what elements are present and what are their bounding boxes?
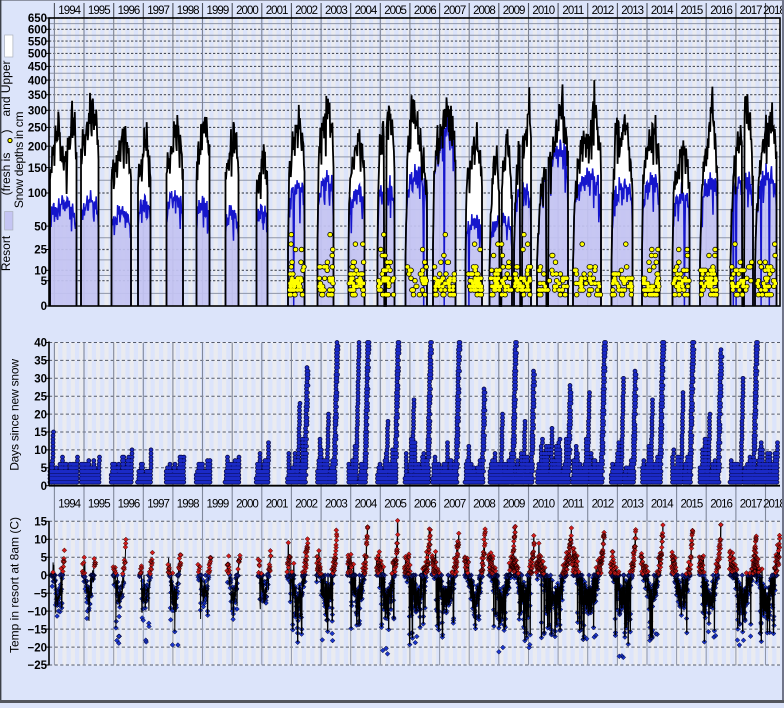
svg-text:and Upper: and Upper (0, 60, 13, 116)
svg-text:15: 15 (34, 427, 47, 439)
svg-text:2011: 2011 (562, 499, 583, 511)
svg-text:2015: 2015 (681, 499, 703, 511)
svg-text:2003: 2003 (325, 5, 347, 17)
svg-text:2017: 2017 (740, 499, 762, 511)
svg-text:30: 30 (34, 374, 47, 386)
svg-text:−5: −5 (34, 588, 48, 600)
svg-text:0: 0 (41, 570, 47, 582)
svg-text:−15: −15 (27, 624, 47, 636)
svg-text:25: 25 (34, 245, 47, 257)
svg-text:250: 250 (28, 123, 47, 135)
svg-text:0: 0 (41, 301, 47, 313)
svg-text:350: 350 (28, 90, 47, 102)
svg-text:400: 400 (28, 75, 47, 87)
svg-text:200: 200 (28, 141, 47, 153)
svg-text:550: 550 (28, 36, 47, 48)
svg-text:2012: 2012 (592, 5, 614, 17)
svg-text:−10: −10 (27, 606, 47, 618)
svg-text:2006: 2006 (414, 499, 436, 511)
svg-text:5: 5 (41, 276, 48, 288)
svg-text:Temp in resort at 8am (C): Temp in resort at 8am (C) (8, 517, 22, 653)
svg-text:1994: 1994 (58, 499, 81, 511)
svg-text:1996: 1996 (118, 5, 140, 17)
svg-text:1998: 1998 (177, 5, 199, 17)
svg-text:150: 150 (28, 163, 47, 175)
svg-text:2008: 2008 (473, 5, 495, 17)
svg-text:450: 450 (28, 62, 47, 74)
svg-text:2006: 2006 (414, 5, 436, 17)
svg-text:35: 35 (34, 356, 47, 368)
svg-text:2016: 2016 (710, 499, 732, 511)
svg-text:2012: 2012 (592, 499, 614, 511)
svg-text:2001: 2001 (266, 499, 288, 511)
svg-text:2007: 2007 (444, 499, 466, 511)
svg-text:2009: 2009 (503, 499, 525, 511)
svg-text:2013: 2013 (621, 5, 643, 17)
svg-text:2013: 2013 (621, 499, 643, 511)
svg-text:1994: 1994 (58, 5, 81, 17)
svg-text:2010: 2010 (532, 5, 554, 17)
svg-text:1999: 1999 (207, 499, 229, 511)
svg-text:2000: 2000 (236, 499, 258, 511)
svg-text:2009: 2009 (503, 5, 525, 17)
svg-text:2004: 2004 (355, 499, 378, 511)
svg-text:20: 20 (34, 409, 47, 421)
svg-text:2011: 2011 (562, 5, 583, 17)
svg-text:15: 15 (34, 517, 47, 529)
svg-text:2018: 2018 (763, 5, 784, 17)
svg-text:−20: −20 (27, 642, 47, 654)
svg-text:2005: 2005 (384, 499, 406, 511)
svg-text:2010: 2010 (532, 499, 554, 511)
svg-text:1998: 1998 (177, 499, 199, 511)
svg-text:650: 650 (28, 13, 47, 25)
svg-text:600: 600 (28, 25, 47, 37)
svg-text:300: 300 (28, 106, 47, 118)
svg-text:2002: 2002 (295, 499, 317, 511)
svg-text:100: 100 (28, 188, 47, 200)
svg-text:50: 50 (34, 221, 47, 233)
svg-text:10: 10 (34, 445, 47, 457)
svg-text:500: 500 (28, 49, 47, 61)
svg-text:2015: 2015 (681, 5, 703, 17)
svg-text:Days since new snow: Days since new snow (8, 359, 22, 471)
svg-text:Resort: Resort (0, 235, 13, 271)
svg-text:25: 25 (34, 391, 47, 403)
svg-text:1995: 1995 (88, 499, 110, 511)
svg-text:2008: 2008 (473, 499, 495, 511)
svg-text:2002: 2002 (295, 5, 317, 17)
svg-text:1996: 1996 (118, 499, 140, 511)
svg-text:2017: 2017 (740, 5, 762, 17)
svg-text:2014: 2014 (651, 499, 674, 511)
svg-text:−25: −25 (27, 660, 47, 672)
svg-text:1997: 1997 (147, 5, 169, 17)
svg-text:2005: 2005 (384, 5, 406, 17)
svg-text:2000: 2000 (236, 5, 258, 17)
svg-text:2014: 2014 (651, 5, 674, 17)
svg-text:40: 40 (34, 338, 47, 350)
svg-text:1997: 1997 (147, 499, 169, 511)
svg-text:1995: 1995 (88, 5, 110, 17)
svg-text:2016: 2016 (710, 5, 732, 17)
svg-text:2003: 2003 (325, 499, 347, 511)
svg-text:5: 5 (41, 552, 48, 564)
svg-text:0: 0 (41, 481, 47, 493)
svg-text:2018: 2018 (763, 499, 784, 511)
svg-text:5: 5 (41, 463, 48, 475)
svg-text:2007: 2007 (444, 5, 466, 17)
svg-text:2001: 2001 (266, 5, 288, 17)
svg-text:Snow depths in cm: Snow depths in cm (12, 112, 26, 209)
svg-text:2004: 2004 (355, 5, 378, 17)
svg-text:1999: 1999 (207, 5, 229, 17)
svg-text:10: 10 (34, 535, 47, 547)
